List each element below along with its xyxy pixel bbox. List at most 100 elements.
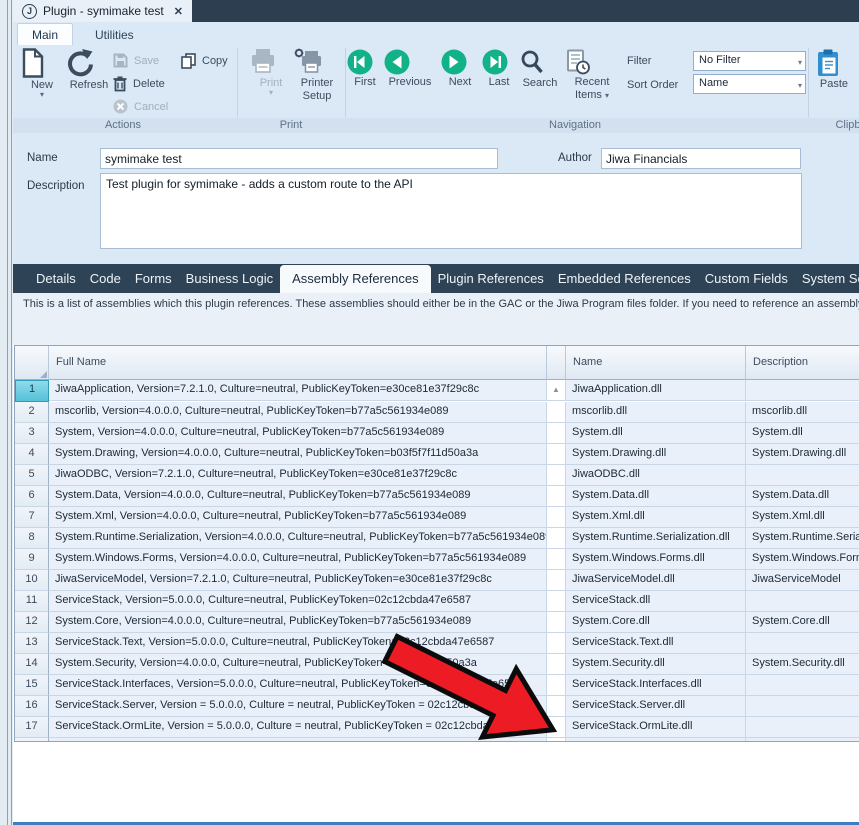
cell-full-name[interactable]: JiwaApplication, Version=7.2.1.0, Cultur… (49, 380, 547, 401)
cell-full-name[interactable]: System.Data, Version=4.0.0.0, Culture=ne… (49, 486, 547, 507)
row-number-cell[interactable]: 17 (15, 717, 49, 738)
cell-name[interactable]: ServiceStack.Text.dll (566, 633, 746, 654)
cell-name[interactable]: JiwaApplication.dll (566, 380, 746, 401)
cell-description[interactable]: System.Security.dll (746, 654, 859, 675)
cell-description[interactable] (746, 717, 859, 738)
cell-name[interactable]: System.dll (566, 423, 746, 444)
tab-system-settings[interactable]: System Settings (795, 264, 859, 293)
row-number-cell[interactable]: 7 (15, 507, 49, 528)
refresh-button[interactable]: Refresh (65, 48, 113, 91)
row-number-cell[interactable]: 6 (15, 486, 49, 507)
author-input[interactable] (601, 148, 801, 169)
cell-description[interactable]: System.dll (746, 423, 859, 444)
row-number-cell[interactable]: 16 (15, 696, 49, 717)
cell-full-name[interactable]: ServiceStack, Version=5.0.0.0, Culture=n… (49, 591, 547, 612)
column-header-full-name[interactable]: Full Name (49, 346, 547, 380)
close-icon[interactable]: ✕ (174, 5, 183, 18)
cell-full-name[interactable] (49, 738, 547, 742)
filter-select[interactable]: No Filter ▾ (693, 51, 806, 71)
cell-name[interactable]: System.Core.dll (566, 612, 746, 633)
row-number-cell[interactable]: 5 (15, 465, 49, 486)
column-header-description[interactable]: Description (746, 346, 859, 380)
cell-description[interactable]: System.Windows.Forms.dll (746, 549, 859, 570)
cell-full-name[interactable]: ServiceStack.Text, Version=5.0.0.0, Cult… (49, 633, 547, 654)
dropdown-arrow-icon[interactable]: ▾ (21, 91, 63, 99)
ribbon-tab-utilities[interactable]: Utilities (81, 24, 148, 46)
row-number-cell[interactable]: 10 (15, 570, 49, 591)
paste-button[interactable]: Paste (815, 49, 853, 90)
cell-full-name[interactable]: JiwaServiceModel, Version=7.2.1.0, Cultu… (49, 570, 547, 591)
row-number-cell[interactable]: 9 (15, 549, 49, 570)
cell-full-name[interactable]: ServiceStack.Server, Version = 5.0.0.0, … (49, 696, 547, 717)
new-button[interactable]: New ▾ (21, 48, 63, 99)
tab-business-logic[interactable]: Business Logic (179, 264, 280, 293)
cell-full-name[interactable]: System.Windows.Forms, Version=4.0.0.0, C… (49, 549, 547, 570)
row-number-cell[interactable]: 4 (15, 444, 49, 465)
cell-description[interactable]: System.Data.dll (746, 486, 859, 507)
cancel-button[interactable]: Cancel (113, 99, 168, 114)
cell-full-name[interactable]: System.Runtime.Serialization, Version=4.… (49, 528, 547, 549)
cell-name[interactable]: ServiceStack.dll (566, 591, 746, 612)
delete-button[interactable]: Delete (113, 76, 165, 92)
print-button[interactable]: Print ▾ (250, 48, 292, 97)
sort-order-select[interactable]: Name ▾ (693, 74, 806, 94)
cell-full-name[interactable]: System.Drawing, Version=4.0.0.0, Culture… (49, 444, 547, 465)
row-number-cell[interactable]: 18 (15, 738, 49, 742)
cell-name[interactable]: JiwaServiceModel.dll (566, 570, 746, 591)
cell-description[interactable] (746, 738, 859, 742)
row-number-cell[interactable]: 1 (15, 380, 49, 402)
cell-description[interactable]: System.Drawing.dll (746, 444, 859, 465)
cell-full-name[interactable]: System.Xml, Version=4.0.0.0, Culture=neu… (49, 507, 547, 528)
next-button[interactable]: Next (441, 49, 479, 88)
tab-plugin-references[interactable]: Plugin References (431, 264, 551, 293)
cell-full-name[interactable]: mscorlib, Version=4.0.0.0, Culture=neutr… (49, 402, 547, 423)
cell-name[interactable]: System.Runtime.Serialization.dll (566, 528, 746, 549)
cell-full-name[interactable]: System.Security, Version=4.0.0.0, Cultur… (49, 654, 547, 675)
tab-details[interactable]: Details (29, 264, 83, 293)
tab-code[interactable]: Code (83, 264, 128, 293)
description-textarea[interactable]: Test plugin for symimake - adds a custom… (100, 173, 802, 249)
cell-name[interactable]: System.Xml.dll (566, 507, 746, 528)
cell-description[interactable]: mscorlib.dll (746, 402, 859, 423)
name-input[interactable] (100, 148, 498, 169)
recent-items-button[interactable]: Recent Items ▾ (566, 49, 618, 101)
cell-description[interactable]: System.Xml.dll (746, 507, 859, 528)
cell-description[interactable] (746, 591, 859, 612)
cell-name[interactable]: ServiceStack.Interfaces.dll (566, 675, 746, 696)
cell-full-name[interactable]: System.Core, Version=4.0.0.0, Culture=ne… (49, 612, 547, 633)
cell-description[interactable] (746, 675, 859, 696)
previous-button[interactable]: Previous (384, 49, 436, 88)
row-number-cell[interactable]: 11 (15, 591, 49, 612)
copy-button[interactable]: Copy (181, 53, 228, 69)
tab-embedded-references[interactable]: Embedded References (551, 264, 698, 293)
column-header-name[interactable]: Name (566, 346, 746, 380)
row-number-cell[interactable]: 13 (15, 633, 49, 654)
cell-description[interactable] (746, 465, 859, 486)
cell-name[interactable]: System.Data.dll (566, 486, 746, 507)
cell-description[interactable] (746, 380, 859, 401)
tab-forms[interactable]: Forms (128, 264, 179, 293)
row-number-cell[interactable]: 2 (15, 402, 49, 423)
row-number-cell[interactable]: 12 (15, 612, 49, 633)
cell-description[interactable] (746, 696, 859, 717)
cell-name[interactable]: System.Windows.Forms.dll (566, 549, 746, 570)
row-number-cell[interactable]: 15 (15, 675, 49, 696)
row-number-cell[interactable]: 14 (15, 654, 49, 675)
cell-name[interactable]: mscorlib.dll (566, 402, 746, 423)
row-number-cell[interactable]: 3 (15, 423, 49, 444)
cell-name[interactable]: ServiceStack.Server.dll (566, 696, 746, 717)
cell-name[interactable]: JiwaODBC.dll (566, 465, 746, 486)
cell-name[interactable]: ServiceStack.OrmLite.dll (566, 717, 746, 738)
cell-full-name[interactable]: ServiceStack.Interfaces, Version=5.0.0.0… (49, 675, 547, 696)
tab-assembly-references[interactable]: Assembly References (280, 265, 430, 293)
assembly-references-grid[interactable]: Full Name Name Description 1 JiwaApplica… (14, 345, 859, 742)
cell-name[interactable]: System.Security.dll (566, 654, 746, 675)
search-button[interactable]: Search (518, 49, 562, 89)
cell-description[interactable]: JiwaServiceModel (746, 570, 859, 591)
last-button[interactable]: Last (482, 49, 516, 88)
cell-name[interactable]: System.Drawing.dll (566, 444, 746, 465)
document-tab-plugin[interactable]: J Plugin - symimake test ✕ (13, 0, 192, 22)
cell-description[interactable] (746, 633, 859, 654)
printer-setup-button[interactable]: Printer Setup (293, 48, 341, 102)
cell-description[interactable]: System.Core.dll (746, 612, 859, 633)
